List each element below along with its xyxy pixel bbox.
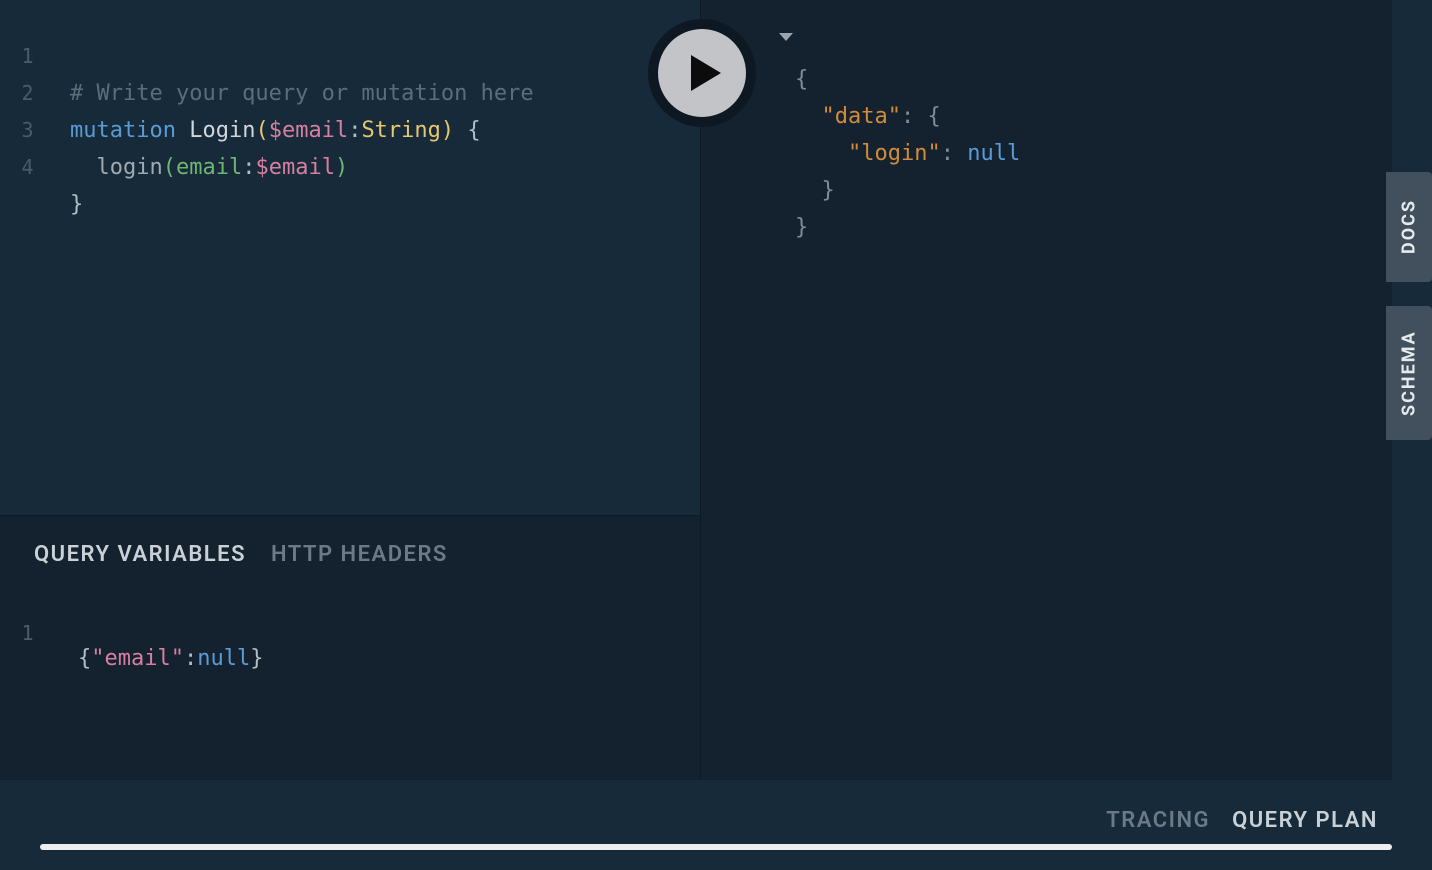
code-paren: ( — [255, 118, 268, 143]
json-key: "login" — [848, 141, 941, 166]
result-json: { "data": { "login": null } } — [795, 24, 1020, 246]
tab-query-plan[interactable]: QUERY PLAN — [1232, 808, 1378, 833]
execute-query-button[interactable] — [648, 19, 756, 127]
variables-gutter: 1 — [0, 621, 55, 645]
code-colon: : — [184, 646, 197, 671]
code-paren: ) — [335, 155, 348, 180]
footer-drawer-handle[interactable] — [40, 844, 1392, 850]
editor-code[interactable]: # Write your query or mutation here muta… — [70, 38, 534, 223]
line-number: 3 — [0, 112, 55, 149]
code-keyword: mutation — [70, 118, 176, 143]
tab-query-variables[interactable]: QUERY VARIABLES — [34, 542, 246, 567]
variables-tabs: QUERY VARIABLES HTTP HEADERS — [34, 542, 466, 567]
json-colon: : — [901, 104, 928, 129]
variables-editor[interactable]: {"email":null} — [78, 621, 263, 671]
code-comment: # Write your query or mutation here — [70, 81, 534, 106]
tab-tracing[interactable]: TRACING — [1106, 808, 1210, 833]
code-definition: Login — [189, 118, 255, 143]
code-brace: } — [70, 192, 83, 217]
json-colon: : — [941, 141, 968, 166]
footer-tabs: TRACING QUERY PLAN — [0, 780, 1432, 860]
code-paren: ( — [163, 155, 176, 180]
result-pane: { "data": { "login": null } } — [700, 0, 1392, 780]
docs-tab[interactable]: DOCS — [1386, 172, 1432, 282]
query-editor-pane[interactable]: 1 2 3 4 # Write your query or mutation h… — [0, 0, 700, 515]
json-brace: } — [822, 178, 835, 203]
variables-pane: QUERY VARIABLES HTTP HEADERS 1 {"email":… — [0, 515, 700, 780]
line-number: 1 — [0, 621, 55, 645]
collapse-caret-icon[interactable] — [779, 33, 793, 41]
json-null: null — [967, 141, 1020, 166]
json-brace: { — [795, 67, 808, 92]
json-key: "data" — [822, 104, 901, 129]
tab-http-headers[interactable]: HTTP HEADERS — [271, 542, 448, 567]
graphql-playground: 1 2 3 4 # Write your query or mutation h… — [0, 0, 1432, 870]
code-paren: ) — [441, 118, 454, 143]
line-number: 4 — [0, 149, 55, 186]
play-icon — [658, 29, 746, 117]
code-field: login — [97, 155, 163, 180]
json-brace: { — [927, 104, 940, 129]
code-indent — [70, 155, 97, 180]
line-number: 2 — [0, 75, 55, 112]
code-brace: } — [250, 646, 263, 671]
json-brace: } — [795, 215, 808, 240]
code-type: String — [361, 118, 440, 143]
code-variable: $email — [255, 155, 334, 180]
code-brace: { — [78, 646, 91, 671]
code-variable: $email — [269, 118, 348, 143]
line-number: 1 — [0, 38, 55, 75]
code-colon: : — [242, 155, 255, 180]
schema-tab[interactable]: SCHEMA — [1386, 306, 1432, 440]
code-key: "email" — [91, 646, 184, 671]
code-brace: { — [454, 118, 481, 143]
editor-gutter: 1 2 3 4 — [0, 0, 55, 186]
code-null: null — [197, 646, 250, 671]
code-colon: : — [348, 118, 361, 143]
code-arg: email — [176, 155, 242, 180]
